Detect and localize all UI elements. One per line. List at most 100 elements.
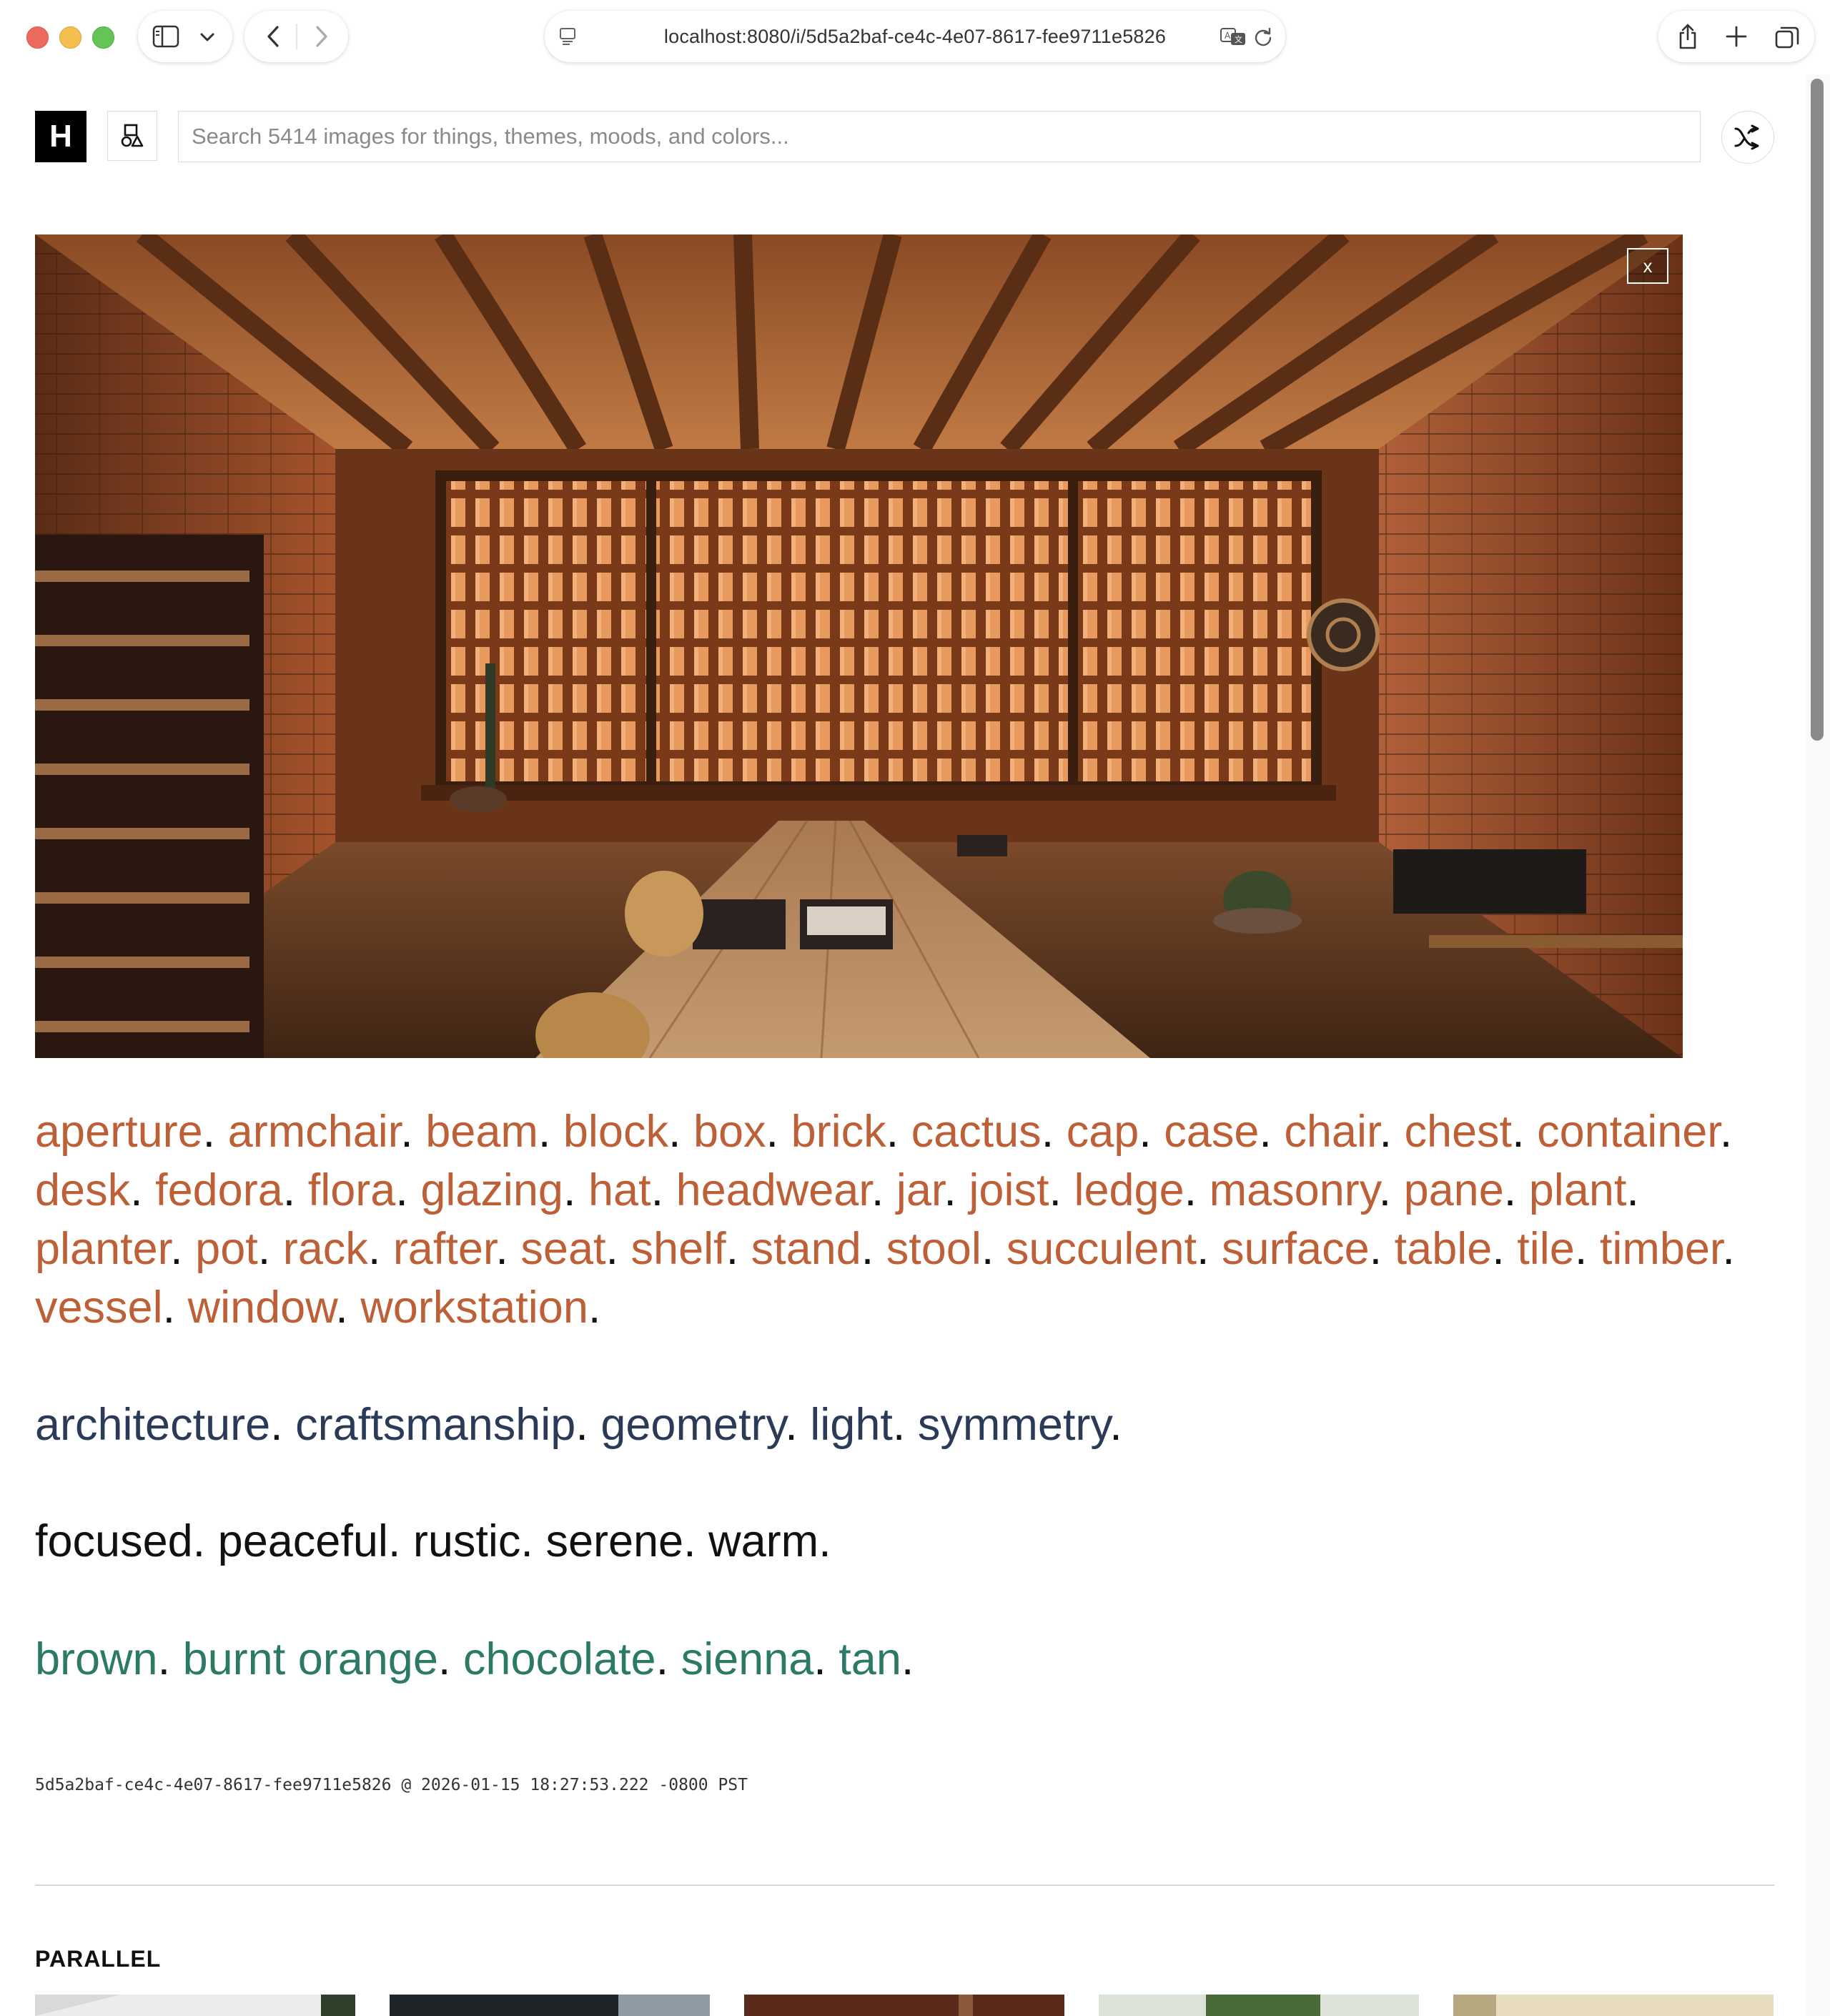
back-arrow-icon[interactable] [260, 24, 286, 49]
tag-separator: . [683, 1516, 709, 1566]
tag-link[interactable]: rack [283, 1224, 368, 1274]
tag-link[interactable]: brick [791, 1107, 886, 1157]
new-tab-icon[interactable] [1724, 24, 1749, 49]
close-window-button[interactable] [26, 26, 49, 49]
parallel-thumbnail[interactable] [35, 1995, 355, 2016]
translate-icon[interactable]: A文 [1220, 25, 1248, 48]
tag-separator: . [1049, 1165, 1074, 1215]
tag-link[interactable]: plant [1529, 1165, 1627, 1215]
tab-overview-icon[interactable] [1773, 24, 1801, 51]
tag-link[interactable]: pane [1404, 1165, 1504, 1215]
tag-link[interactable]: box [693, 1107, 766, 1157]
tag-link[interactable]: stand [751, 1224, 861, 1274]
tag-link[interactable]: light [810, 1400, 893, 1450]
tag-link[interactable]: chocolate [463, 1634, 656, 1684]
tag-link[interactable]: flora [308, 1165, 396, 1215]
parallel-thumbnail[interactable] [390, 1995, 710, 2016]
tag-separator: . [270, 1400, 296, 1450]
tag-link[interactable]: chest [1404, 1107, 1512, 1157]
tag-link[interactable]: aperture [35, 1107, 203, 1157]
tag-separator: . [282, 1165, 308, 1215]
tag-separator: . [495, 1224, 521, 1274]
close-photo-button[interactable]: x [1627, 248, 1668, 284]
tag-link[interactable]: workstation [360, 1283, 588, 1333]
parallel-thumbnail[interactable] [1099, 1995, 1419, 2016]
tag-separator: . [656, 1634, 681, 1684]
forward-arrow-icon[interactable] [309, 24, 335, 49]
minimize-window-button[interactable] [59, 26, 81, 49]
tag-link[interactable]: burnt orange [183, 1634, 438, 1684]
tag-link[interactable]: sienna [681, 1634, 814, 1684]
site-logo[interactable]: H [35, 111, 86, 162]
tag-link[interactable]: brown [35, 1634, 158, 1684]
tag-link[interactable]: surface [1222, 1224, 1370, 1274]
tag-link[interactable]: joist [969, 1165, 1049, 1215]
tag-separator: . [335, 1283, 361, 1333]
tag-link[interactable]: planter [35, 1224, 170, 1274]
tag-separator: . [400, 1107, 426, 1157]
tag-link[interactable]: warm [708, 1516, 818, 1566]
tag-link[interactable]: masonry [1210, 1165, 1379, 1215]
section-divider [35, 1884, 1774, 1886]
tag-link[interactable]: jar [896, 1165, 944, 1215]
tag-link[interactable]: container [1537, 1107, 1720, 1157]
scrollbar-thumb[interactable] [1811, 79, 1824, 741]
shuffle-button[interactable] [1721, 111, 1774, 164]
tag-link[interactable]: focused [35, 1516, 193, 1566]
tag-link[interactable]: geometry [600, 1400, 785, 1450]
tag-link[interactable]: chair [1284, 1107, 1379, 1157]
tag-link[interactable]: desk [35, 1165, 130, 1215]
chevron-down-icon[interactable] [197, 26, 218, 48]
image-id-timestamp: 5d5a2baf-ce4c-4e07-8617-fee9711e5826 @ 2… [35, 1776, 748, 1794]
tag-separator: . [1719, 1107, 1733, 1157]
address-bar[interactable]: localhost:8080/i/5d5a2baf-ce4c-4e07-8617… [545, 11, 1285, 62]
tag-link[interactable]: symmetry [918, 1400, 1109, 1450]
tag-link[interactable]: rafter [393, 1224, 496, 1274]
tag-link[interactable]: case [1164, 1107, 1259, 1157]
search-input[interactable] [178, 111, 1701, 162]
tag-link[interactable]: pot [195, 1224, 258, 1274]
url-text[interactable]: localhost:8080/i/5d5a2baf-ce4c-4e07-8617… [545, 11, 1285, 62]
reload-icon[interactable] [1252, 26, 1274, 48]
tag-separator: . [575, 1400, 601, 1450]
tag-link[interactable]: table [1395, 1224, 1493, 1274]
tag-link[interactable]: beam [425, 1107, 538, 1157]
tag-link[interactable]: fedora [155, 1165, 283, 1215]
parallel-thumbnail[interactable] [1453, 1995, 1774, 2016]
tag-link[interactable]: craftsmanship [295, 1400, 575, 1450]
tag-separator: . [538, 1107, 563, 1157]
sidebar-icon[interactable] [151, 22, 181, 51]
tag-link[interactable]: stool [886, 1224, 981, 1274]
tag-link[interactable]: timber [1600, 1224, 1723, 1274]
tag-link[interactable]: armchair [228, 1107, 401, 1157]
tag-separator: . [766, 1107, 791, 1157]
tag-separator: . [1512, 1107, 1538, 1157]
tag-link[interactable]: cactus [911, 1107, 1042, 1157]
tag-link[interactable]: headwear [676, 1165, 871, 1215]
tag-link[interactable]: succulent [1006, 1224, 1197, 1274]
tag-separator: . [1378, 1165, 1404, 1215]
tag-link[interactable]: tan [839, 1634, 901, 1684]
tag-link[interactable]: ledge [1074, 1165, 1184, 1215]
tag-link[interactable]: tile [1517, 1224, 1575, 1274]
shapes-button[interactable] [107, 111, 157, 161]
tag-link[interactable]: glazing [420, 1165, 563, 1215]
share-icon[interactable] [1674, 22, 1701, 51]
tag-link[interactable]: serene [545, 1516, 683, 1566]
tag-separator: . [1259, 1107, 1285, 1157]
tag-link[interactable]: window [188, 1283, 336, 1333]
tag-link[interactable]: hat [588, 1165, 651, 1215]
tag-link[interactable]: shelf [631, 1224, 726, 1274]
zoom-window-button[interactable] [92, 26, 114, 49]
tag-link[interactable]: rustic [413, 1516, 521, 1566]
tag-link[interactable]: cap [1067, 1107, 1139, 1157]
tag-separator: . [1197, 1224, 1222, 1274]
parallel-thumbnail[interactable] [744, 1995, 1064, 2016]
tag-link[interactable]: seat [520, 1224, 605, 1274]
tag-link[interactable]: architecture [35, 1400, 270, 1450]
tag-link[interactable]: vessel [35, 1283, 163, 1333]
tag-link[interactable]: peaceful [218, 1516, 388, 1566]
tag-link[interactable]: block [563, 1107, 668, 1157]
tag-separator: . [130, 1165, 156, 1215]
main-photo[interactable] [35, 234, 1683, 1058]
